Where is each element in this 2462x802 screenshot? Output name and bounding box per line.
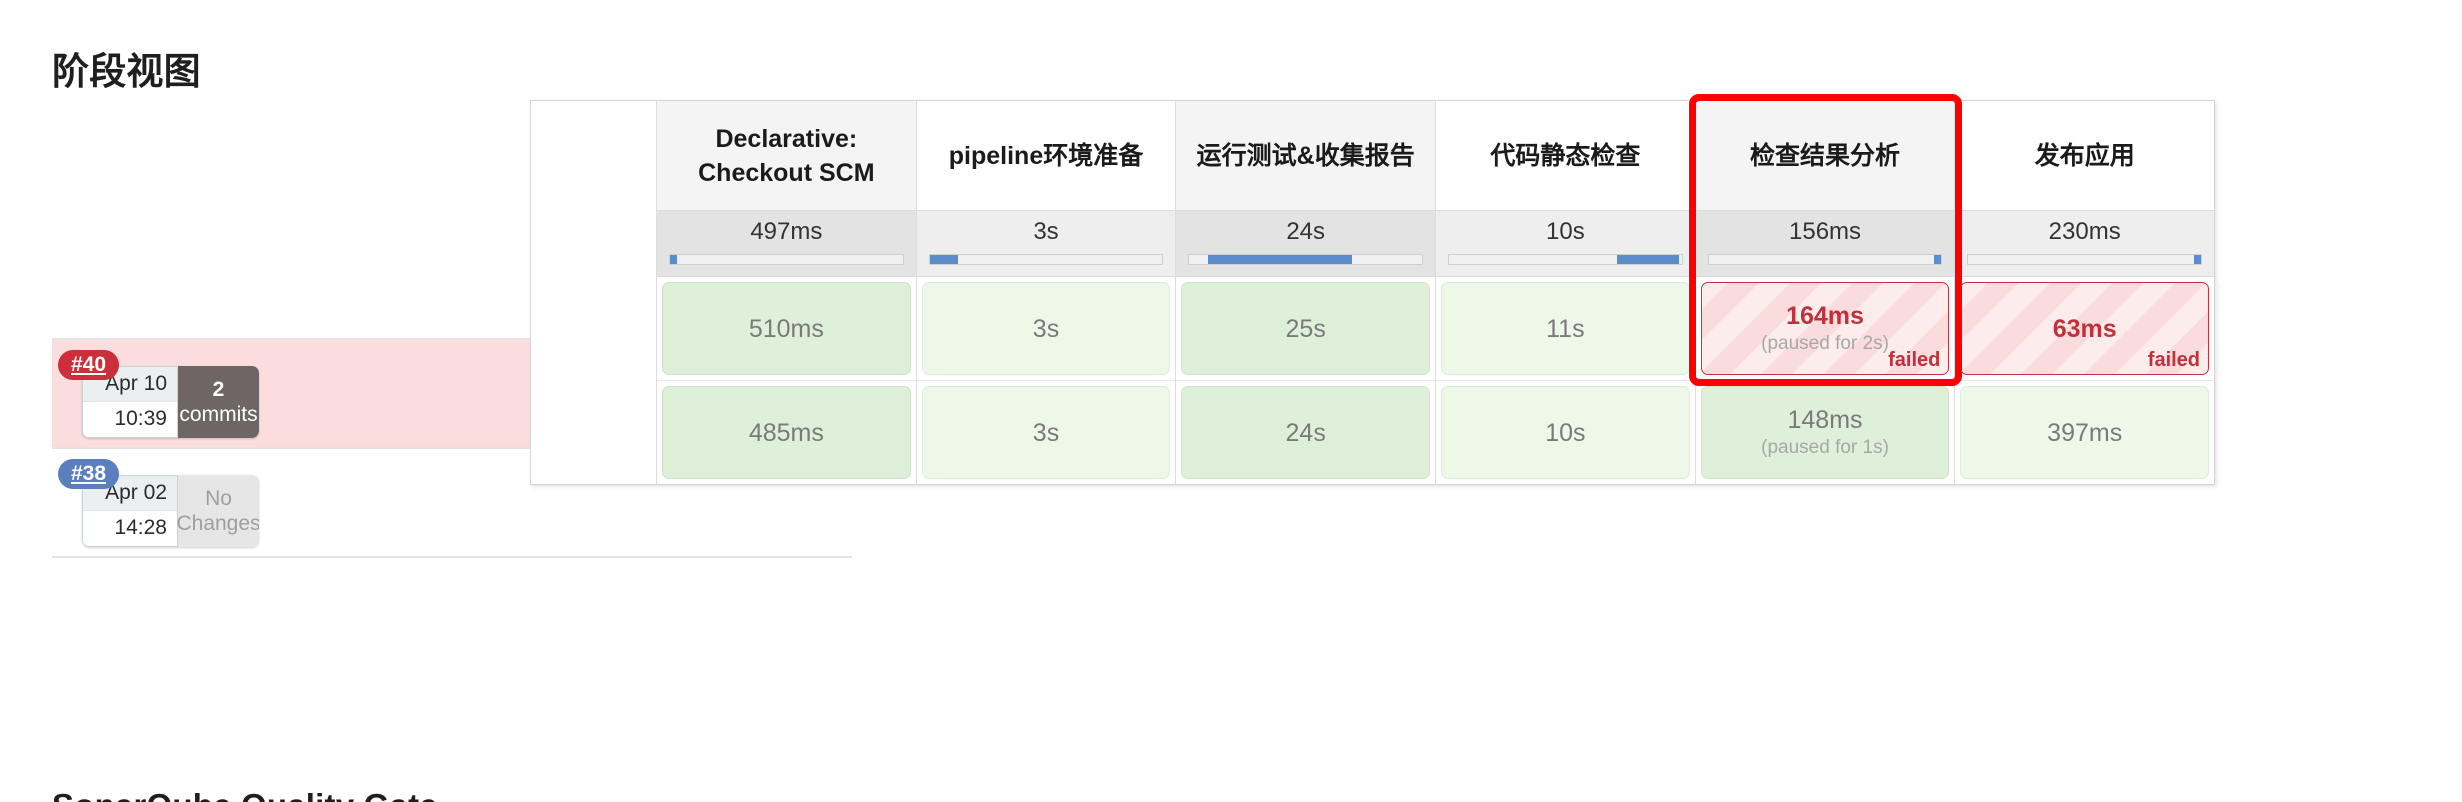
stage-cell-container: 397ms [1955,381,2214,484]
stage-cell[interactable]: 10s [1441,386,1690,479]
stage-average-time-value: 156ms [1789,218,1862,245]
stage-cell-container: 63ms failed [1955,277,2215,381]
stage-cell-container: 10s [1436,381,1695,484]
stage-cell-duration: 3s [1032,418,1060,447]
stage-table: Declarative: Checkout SCM 497ms 510ms 485ms… [530,100,2215,485]
stage-average-time-cell: 497ms [657,211,916,277]
build-changes-label: Changes [176,512,259,535]
stage-cell-duration: 10s [1545,418,1586,447]
stage-cell-container: 3s [917,381,1176,484]
stage-column: 发布应用 230ms 63ms failed 397ms [1955,101,2215,484]
stage-cell-duration: 510ms [748,314,824,343]
stage-column-header[interactable]: 发布应用 [1955,101,2215,211]
stage-average-time-cell: 156ms [1695,211,1955,277]
stage-column-header[interactable]: 代码静态检查 [1436,101,1695,211]
stage-column: pipeline环境准备 3s 3s 3s [916,101,1177,484]
stage-cell-duration: 24s [1285,418,1326,447]
stage-cell-container: 3s [916,277,1176,381]
stage-cell[interactable]: 510ms [662,282,911,375]
stage-duration-bar [669,254,904,265]
stage-columns: Declarative: Checkout SCM 497ms 510ms 485ms… [657,101,2215,484]
stage-average-time-value: 230ms [2048,218,2121,245]
stage-cell[interactable]: 148ms (paused for 1s) [1700,386,1950,479]
build-number-badge[interactable]: #40 [58,350,120,381]
build-time: 14:28 [83,511,177,546]
stage-column-header[interactable]: 检查结果分析 [1695,101,1955,211]
stage-cell[interactable]: 485ms [662,386,911,479]
stage-cell-container: 510ms [657,277,916,381]
stage-duration-bar-fill [2194,255,2202,264]
stage-column: 代码静态检查 10s 11s 10s [1436,101,1696,484]
stage-average-time-value: 24s [1286,218,1326,245]
stage-average-time-cell: 230ms [1955,211,2215,277]
build-changes-count: 2 [212,378,225,401]
stage-column: Declarative: Checkout SCM 497ms 510ms 485ms [657,101,917,484]
page-title-stage-view: 阶段视图 [52,50,201,92]
stage-cell[interactable]: 3s [921,386,1171,479]
stage-cell[interactable]: 11s [1441,282,1690,375]
stage-cell[interactable]: 164ms (paused for 2s) failed [1700,282,1950,375]
stage-column: 运行测试&收集报告 24s 25s 24s [1176,101,1437,484]
stage-average-time-value: 3s [1033,218,1059,245]
stage-average-time-value: 10s [1546,218,1585,245]
stage-cell-container: 11s [1436,277,1695,381]
stage-cell[interactable]: 63ms failed [1960,282,2210,375]
build-changes[interactable]: 2 commits [178,366,259,438]
stage-cell-paused-note: (paused for 1s) [1761,437,1889,458]
stage-cell[interactable]: 25s [1181,282,1431,375]
stage-table-gutter [531,101,657,484]
stage-cell-status: failed [1888,349,1941,371]
stage-cell-container: 148ms (paused for 1s) [1696,381,1955,484]
stage-duration-bar [1448,254,1683,265]
stage-duration-bar [1967,254,2203,265]
stage-duration-bar [928,254,1164,265]
stage-cell-paused-note: (paused for 2s) [1761,333,1889,354]
stage-duration-bar [1188,254,1424,265]
stage-cell-duration: 397ms [2047,418,2123,447]
stage-cell-status: failed [2147,349,2201,371]
stage-column-header[interactable]: Declarative: Checkout SCM [657,101,916,211]
stage-cell-container: 485ms [657,381,916,484]
stage-column-header[interactable]: pipeline环境准备 [916,101,1176,211]
stage-duration-bar [1707,254,1943,265]
stage-average-time-cell: 24s [1176,211,1436,277]
stage-column-header[interactable]: 运行测试&收集报告 [1176,101,1436,211]
stage-duration-bar-fill [670,255,677,264]
stage-duration-bar-fill [1616,255,1680,264]
stage-cell[interactable]: 24s [1181,386,1431,479]
stage-cell-duration: 164ms [1786,302,1864,330]
stage-cell-duration: 11s [1546,314,1585,343]
stage-cell-duration: 25s [1285,314,1326,343]
stage-cell-duration: 485ms [748,418,824,447]
stage-cell-container: 24s [1176,381,1435,484]
stage-average-time-cell: 3s [916,211,1176,277]
stage-cell-container: 25s [1176,277,1436,381]
stage-cell[interactable]: 397ms [1960,386,2210,479]
stage-duration-bar-fill [929,255,958,264]
page-title-sonarqube-quality-gate: SonarQube Quality Gate [52,787,438,802]
stage-column: 检查结果分析 156ms 164ms (paused for 2s) failed 148… [1695,101,1956,484]
build-time: 10:39 [83,402,177,437]
stage-average-time-cell: 10s [1436,211,1695,277]
build-number-badge[interactable]: #38 [58,459,120,490]
stage-view-page: 阶段视图 Average stage times: (Average full … [0,0,2462,802]
stage-duration-bar-fill [1934,255,1942,264]
stage-duration-bar-fill [1207,255,1353,264]
stage-cell-duration: 63ms [2052,314,2117,343]
stage-average-time-value: 497ms [750,218,823,245]
stage-cell[interactable]: 3s [921,282,1171,375]
stage-cell-duration: 3s [1032,314,1060,343]
stage-cell-container: 164ms (paused for 2s) failed [1695,277,1955,381]
stage-cell-duration: 148ms [1787,406,1863,434]
build-changes[interactable]: No Changes [176,475,259,547]
build-changes-count: No [205,487,232,510]
build-changes-label: commits [179,403,258,426]
